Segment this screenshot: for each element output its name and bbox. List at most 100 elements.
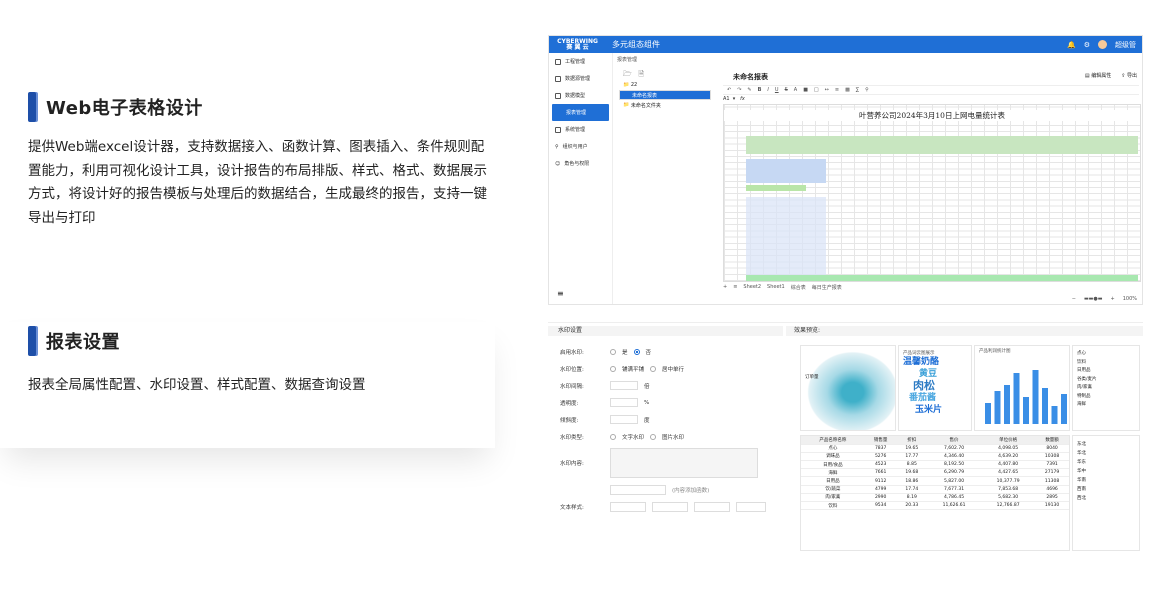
- legend-item[interactable]: 谷类/麦片: [1077, 376, 1135, 385]
- tree-item[interactable]: 📁 未命名文件夹: [619, 100, 711, 110]
- legend-item[interactable]: 西南: [1077, 485, 1135, 494]
- bold-icon[interactable]: B: [758, 87, 762, 93]
- radio-text-watermark[interactable]: [610, 433, 616, 440]
- function-icon[interactable]: ∑: [856, 87, 859, 93]
- legend-item[interactable]: 华东: [1077, 458, 1135, 467]
- undo-icon[interactable]: ↶: [727, 87, 731, 93]
- tree-item-label: 未命名报表: [632, 92, 658, 99]
- add-file-icon[interactable]: 🗎: [638, 70, 644, 81]
- column-header[interactable]: 销售量: [864, 436, 897, 445]
- accent-bar: [28, 92, 36, 122]
- spacing-input[interactable]: [610, 381, 638, 390]
- sidebar-item-project[interactable]: 工程管理: [549, 53, 612, 70]
- legend-item[interactable]: 特制品: [1077, 393, 1135, 402]
- highlight-block: [746, 197, 826, 277]
- sheet-area: 未命名报表 ▤ 编辑属性 ⇪ 导出 ↶ ↷ ✎ B I U S A ■ □ ↔ …: [715, 68, 1142, 304]
- app-title: 多元组态组件: [612, 40, 660, 49]
- border-icon[interactable]: □: [814, 87, 819, 93]
- avatar[interactable]: [1098, 40, 1107, 49]
- zoom-slider[interactable]: ▬▬●▬: [1084, 296, 1103, 302]
- sidebar-item-users[interactable]: ⚲ 组织与用户: [549, 138, 612, 155]
- bar: [1061, 394, 1067, 424]
- chart-title: 产品词云图展示: [903, 351, 935, 356]
- legend-item[interactable]: 西北: [1077, 494, 1135, 503]
- bar: [1051, 406, 1058, 424]
- add-sheet-icon[interactable]: +: [723, 284, 727, 291]
- legend-item[interactable]: 肉/家禽: [1077, 384, 1135, 393]
- tree-root[interactable]: 📁 22: [619, 80, 711, 90]
- font-color-icon[interactable]: A: [794, 87, 797, 93]
- strike-icon[interactable]: S: [785, 87, 788, 93]
- sidebar-item-roles[interactable]: ☺ 角色与权限: [549, 155, 612, 172]
- sheet-list-icon[interactable]: ≡: [733, 284, 737, 291]
- bar: [1032, 370, 1039, 424]
- table-cell: 7,853.68: [981, 485, 1036, 494]
- edit-props-button[interactable]: ▤ 编辑属性: [1085, 72, 1111, 79]
- tree-item-label: 未命名文件夹: [630, 102, 661, 109]
- radio-yes[interactable]: [610, 348, 616, 355]
- legend-item[interactable]: 点心: [1077, 350, 1135, 359]
- zoom-in-icon[interactable]: +: [1111, 296, 1115, 302]
- sidebar-item-datasource[interactable]: 数据源管理: [549, 70, 612, 87]
- tab-sheet[interactable]: 综合表: [791, 284, 806, 291]
- bell-icon[interactable]: 🔔: [1067, 41, 1076, 49]
- fill-icon[interactable]: ■: [803, 87, 808, 93]
- tab-sheet[interactable]: Sheet2: [743, 284, 761, 291]
- legend-item[interactable]: 华中: [1077, 467, 1135, 476]
- spreadsheet-grid[interactable]: 叶营养公司2024年3月10日上网电量统计表: [723, 104, 1141, 282]
- table-cell: 7391: [1035, 460, 1069, 470]
- radio-tile[interactable]: [610, 365, 616, 372]
- column-header[interactable]: 产品名称名称: [801, 436, 865, 445]
- feature-title: 报表设置: [46, 332, 120, 353]
- format-painter-icon[interactable]: ✎: [747, 87, 751, 93]
- search-icon[interactable]: ⚲: [865, 87, 869, 93]
- bar: [1042, 388, 1048, 424]
- watermark-content-input[interactable]: [610, 448, 758, 478]
- gear-icon[interactable]: ⚙: [1084, 41, 1090, 49]
- redo-icon[interactable]: ↷: [737, 87, 741, 93]
- column-header[interactable]: 数量额: [1035, 436, 1069, 445]
- legend-item[interactable]: 日用品: [1077, 367, 1135, 376]
- chart-icon[interactable]: ▩: [845, 87, 850, 93]
- legend-item[interactable]: 海鲜: [1077, 401, 1135, 410]
- font-select[interactable]: [610, 501, 646, 512]
- legend-item[interactable]: 华南: [1077, 476, 1135, 485]
- legend-item[interactable]: 华北: [1077, 449, 1135, 458]
- sidebar-item-report[interactable]: 报表管理: [552, 104, 609, 121]
- align-icon[interactable]: ≡: [835, 87, 839, 93]
- menu-icon[interactable]: ≡: [557, 289, 564, 298]
- export-button[interactable]: ⇪ 导出: [1121, 72, 1137, 79]
- add-folder-icon[interactable]: 🗁: [623, 70, 632, 81]
- radio-no[interactable]: [633, 348, 640, 355]
- column-header[interactable]: 单位价格: [981, 436, 1036, 445]
- radio-center[interactable]: [650, 365, 657, 372]
- weight-select[interactable]: [694, 501, 730, 512]
- angle-input[interactable]: [610, 415, 638, 424]
- tab-sheet[interactable]: Sheet1: [767, 284, 785, 291]
- color-select[interactable]: [736, 501, 766, 512]
- zoom-out-icon[interactable]: −: [1072, 296, 1076, 302]
- screenshot-sheet-designer: CYBERWING 赛 翼 云 多元组态组件 🔔 ⚙ 超级管 工程管理 数据源管…: [548, 35, 1143, 305]
- function-select[interactable]: [610, 484, 666, 495]
- italic-icon[interactable]: I: [767, 87, 768, 93]
- legend-item[interactable]: 饮料: [1077, 359, 1135, 368]
- opacity-input[interactable]: [610, 398, 638, 407]
- china-map: 订单量: [800, 345, 896, 431]
- tab-sheet[interactable]: 每日生产报表: [812, 284, 842, 291]
- sidebar-item-system[interactable]: 系统管理: [549, 121, 612, 138]
- data-table: 产品名称名称 销售量 折扣 售价 单位价格 数量额 点心 7837 19.65 7,602.70…: [800, 435, 1070, 551]
- table-cell: 11308: [1035, 476, 1069, 486]
- sidebar-item-label: 角色与权限: [564, 161, 590, 167]
- sidebar-item-model[interactable]: 数据模型: [549, 87, 612, 104]
- total-row: [746, 275, 1138, 281]
- merge-icon[interactable]: ↔: [825, 87, 829, 93]
- column-header[interactable]: 折扣: [896, 436, 928, 445]
- size-select[interactable]: [652, 501, 688, 512]
- radio-image-watermark[interactable]: [650, 433, 657, 440]
- underline-icon[interactable]: U: [775, 87, 779, 93]
- user-name[interactable]: 超级管: [1115, 40, 1136, 50]
- legend-item[interactable]: 东北: [1077, 440, 1135, 449]
- column-header[interactable]: 售价: [927, 436, 982, 445]
- formula-bar[interactable]: A1 ▾ fx: [723, 96, 745, 102]
- tree-item[interactable]: 未命名报表: [619, 90, 711, 100]
